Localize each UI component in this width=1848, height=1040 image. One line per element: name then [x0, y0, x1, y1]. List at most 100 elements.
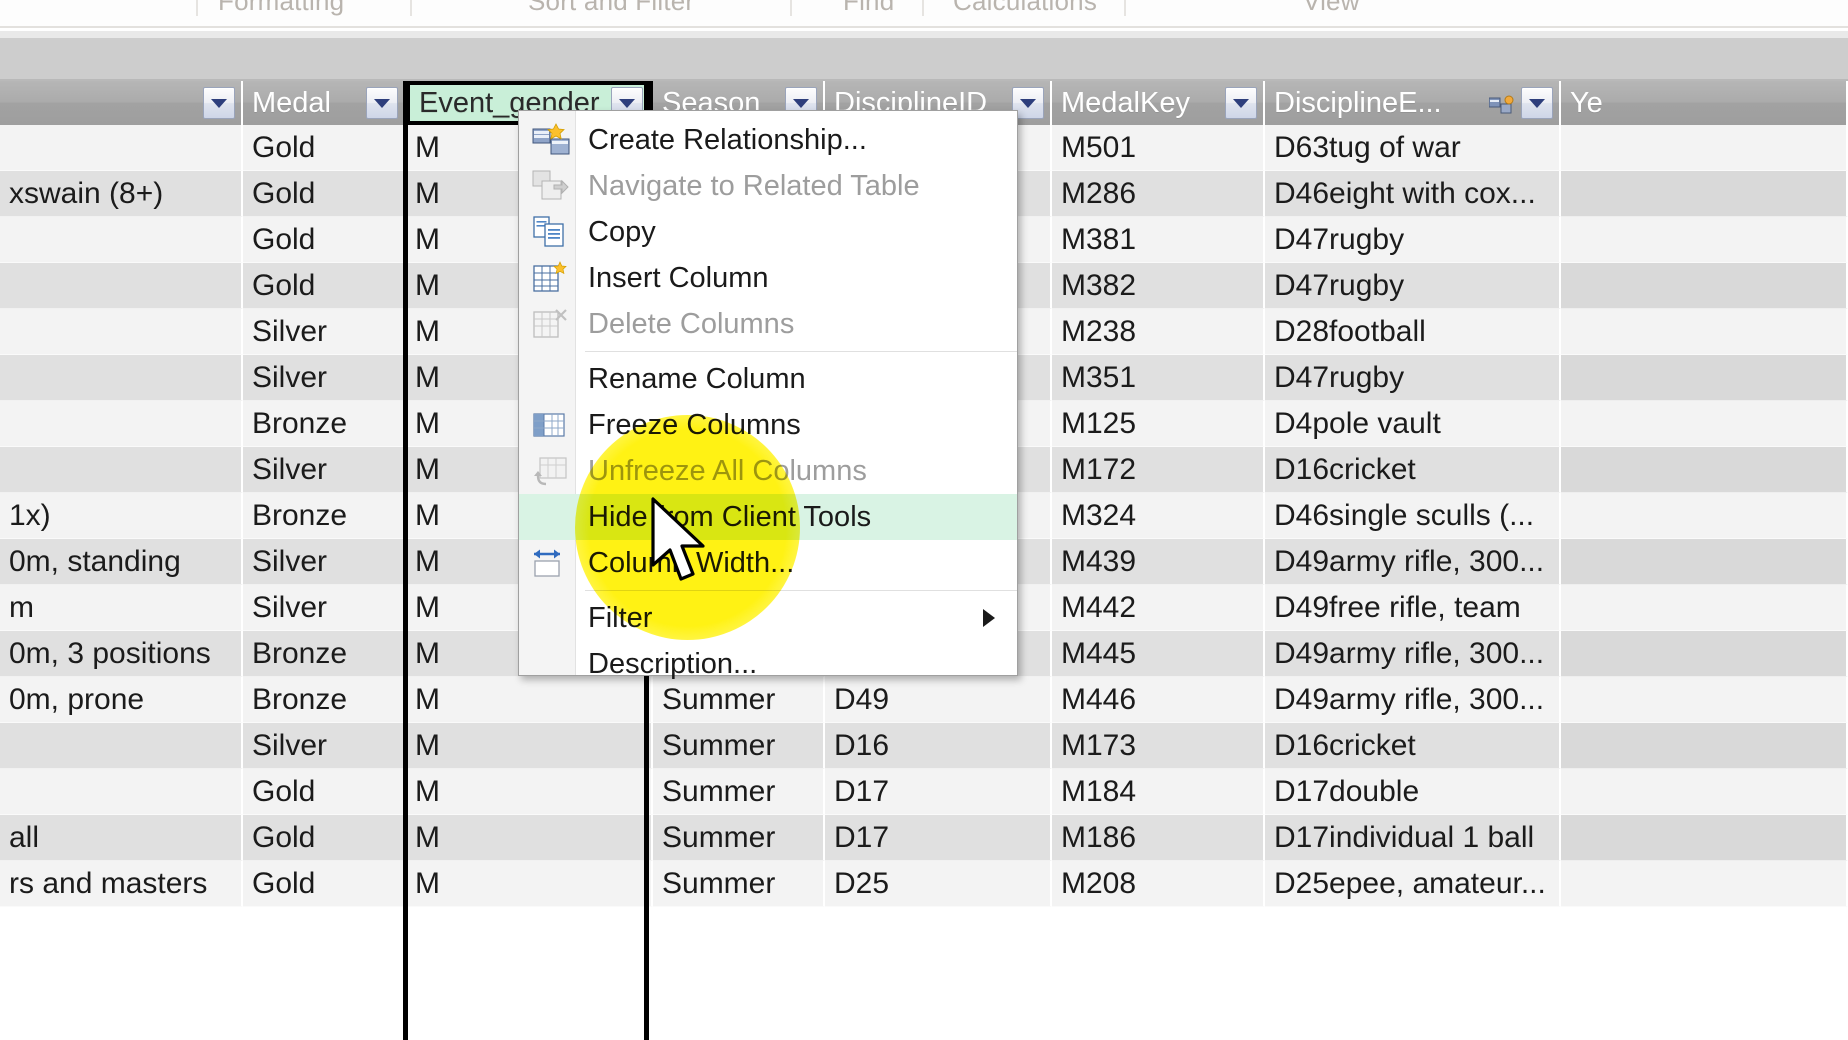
cell-year[interactable]: [1561, 171, 1848, 217]
cell-event-gender[interactable]: M: [406, 861, 653, 907]
cell-medal-key[interactable]: M446: [1052, 677, 1265, 723]
cell-medal[interactable]: Silver: [243, 723, 406, 769]
cell-discipline-e[interactable]: D46eight with cox...: [1265, 171, 1561, 217]
cell-discipline-id[interactable]: D25: [825, 861, 1052, 907]
menu-item-hide-from-client-tools[interactable]: Hide from Client Tools: [519, 494, 1017, 540]
menu-item-column-width[interactable]: Column Width...: [519, 540, 1017, 586]
cell-medal-key[interactable]: M172: [1052, 447, 1265, 493]
cell-discipline-id[interactable]: D17: [825, 815, 1052, 861]
cell-year[interactable]: [1561, 355, 1848, 401]
ribbon-group-sort-and-filter[interactable]: Sort and Filter: [528, 0, 694, 17]
cell-event[interactable]: [0, 723, 243, 769]
cell-event[interactable]: [0, 401, 243, 447]
cell-discipline-e[interactable]: D28football: [1265, 309, 1561, 355]
cell-event[interactable]: [0, 217, 243, 263]
cell-season[interactable]: Summer: [653, 861, 825, 907]
cell-medal-key[interactable]: M173: [1052, 723, 1265, 769]
cell-medal-key[interactable]: M184: [1052, 769, 1265, 815]
cell-discipline-id[interactable]: D16: [825, 723, 1052, 769]
column-header-event[interactable]: [0, 81, 243, 125]
cell-event[interactable]: 0m, standing: [0, 539, 243, 585]
cell-discipline-e[interactable]: D25epee, amateur...: [1265, 861, 1561, 907]
cell-year[interactable]: [1561, 585, 1848, 631]
cell-event-gender[interactable]: M: [406, 723, 653, 769]
cell-event[interactable]: xswain (8+): [0, 171, 243, 217]
cell-medal-key[interactable]: M238: [1052, 309, 1265, 355]
table-row[interactable]: GoldMSummerD17M184D17double: [0, 769, 1848, 815]
cell-event[interactable]: m: [0, 585, 243, 631]
cell-season[interactable]: Summer: [653, 815, 825, 861]
cell-medal[interactable]: Bronze: [243, 677, 406, 723]
cell-medal[interactable]: Gold: [243, 861, 406, 907]
cell-medal-key[interactable]: M445: [1052, 631, 1265, 677]
cell-year[interactable]: [1561, 769, 1848, 815]
column-header-year[interactable]: Ye: [1561, 81, 1848, 125]
cell-year[interactable]: [1561, 447, 1848, 493]
cell-discipline-e[interactable]: D47rugby: [1265, 355, 1561, 401]
cell-medal-key[interactable]: M382: [1052, 263, 1265, 309]
cell-discipline-e[interactable]: D4pole vault: [1265, 401, 1561, 447]
cell-year[interactable]: [1561, 217, 1848, 263]
cell-medal-key[interactable]: M439: [1052, 539, 1265, 585]
cell-medal-key[interactable]: M381: [1052, 217, 1265, 263]
cell-medal-key[interactable]: M208: [1052, 861, 1265, 907]
chevron-down-icon[interactable]: [1225, 87, 1257, 119]
cell-event[interactable]: [0, 263, 243, 309]
cell-medal-key[interactable]: M351: [1052, 355, 1265, 401]
cell-discipline-e[interactable]: D49army rifle, 300...: [1265, 539, 1561, 585]
menu-item-copy[interactable]: Copy: [519, 209, 1017, 255]
cell-medal[interactable]: Silver: [243, 585, 406, 631]
cell-discipline-e[interactable]: D16cricket: [1265, 447, 1561, 493]
chevron-down-icon[interactable]: [1521, 87, 1553, 119]
cell-event[interactable]: [0, 125, 243, 171]
cell-medal-key[interactable]: M286: [1052, 171, 1265, 217]
chevron-down-icon[interactable]: [366, 87, 398, 119]
cell-medal[interactable]: Silver: [243, 539, 406, 585]
cell-discipline-e[interactable]: D49army rifle, 300...: [1265, 631, 1561, 677]
menu-item-filter[interactable]: Filter: [519, 595, 1017, 641]
table-row[interactable]: SilverMSummerD16M173D16cricket: [0, 723, 1848, 769]
cell-year[interactable]: [1561, 263, 1848, 309]
cell-year[interactable]: [1561, 125, 1848, 171]
ribbon-group-formatting[interactable]: Formatting: [218, 0, 344, 17]
cell-event-gender[interactable]: M: [406, 815, 653, 861]
cell-medal[interactable]: Gold: [243, 125, 406, 171]
cell-event[interactable]: [0, 447, 243, 493]
cell-year[interactable]: [1561, 723, 1848, 769]
cell-discipline-e[interactable]: D63tug of war: [1265, 125, 1561, 171]
cell-season[interactable]: Summer: [653, 769, 825, 815]
cell-discipline-e[interactable]: D17double: [1265, 769, 1561, 815]
table-row[interactable]: allGoldMSummerD17M186D17individual 1 bal…: [0, 815, 1848, 861]
cell-discipline-e[interactable]: D49free rifle, team: [1265, 585, 1561, 631]
cell-year[interactable]: [1561, 539, 1848, 585]
cell-year[interactable]: [1561, 815, 1848, 861]
cell-year[interactable]: [1561, 493, 1848, 539]
cell-discipline-e[interactable]: D16cricket: [1265, 723, 1561, 769]
cell-medal[interactable]: Bronze: [243, 493, 406, 539]
cell-event[interactable]: 0m, 3 positions: [0, 631, 243, 677]
column-header-medal-key[interactable]: MedalKey: [1052, 81, 1265, 125]
ribbon-group-view[interactable]: View: [1303, 0, 1360, 17]
cell-medal-key[interactable]: M324: [1052, 493, 1265, 539]
cell-event[interactable]: [0, 309, 243, 355]
cell-medal[interactable]: Gold: [243, 769, 406, 815]
menu-item-description[interactable]: Description...: [519, 641, 1017, 687]
column-context-menu[interactable]: Create Relationship...Navigate to Relate…: [518, 110, 1018, 676]
cell-event[interactable]: 0m, prone: [0, 677, 243, 723]
cell-medal[interactable]: Gold: [243, 815, 406, 861]
cell-event-gender[interactable]: M: [406, 769, 653, 815]
cell-discipline-e[interactable]: D47rugby: [1265, 217, 1561, 263]
cell-year[interactable]: [1561, 861, 1848, 907]
ribbon-group-calculations[interactable]: Calculations: [953, 0, 1097, 17]
cell-medal[interactable]: Bronze: [243, 631, 406, 677]
cell-discipline-e[interactable]: D47rugby: [1265, 263, 1561, 309]
cell-medal-key[interactable]: M125: [1052, 401, 1265, 447]
cell-year[interactable]: [1561, 401, 1848, 447]
cell-discipline-e[interactable]: D46single sculls (...: [1265, 493, 1561, 539]
cell-medal-key[interactable]: M442: [1052, 585, 1265, 631]
cell-event[interactable]: [0, 769, 243, 815]
cell-medal[interactable]: Gold: [243, 217, 406, 263]
cell-season[interactable]: Summer: [653, 723, 825, 769]
cell-event[interactable]: rs and masters: [0, 861, 243, 907]
cell-medal[interactable]: Silver: [243, 447, 406, 493]
